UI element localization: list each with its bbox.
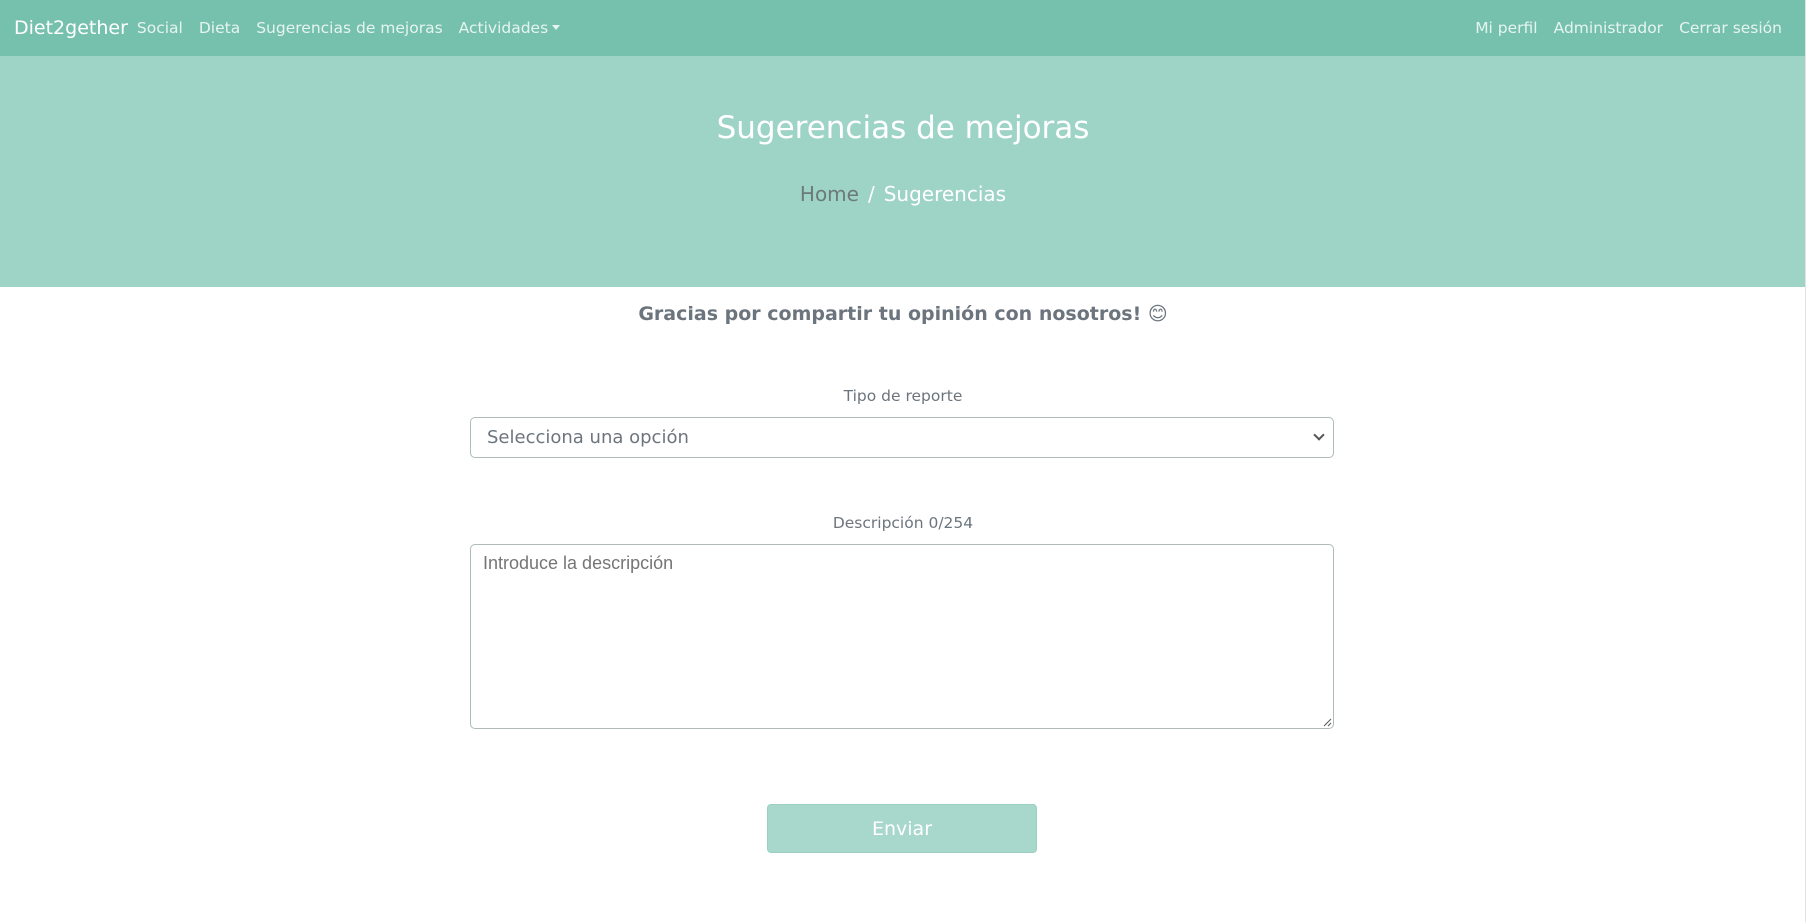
description-textarea[interactable] xyxy=(470,544,1334,729)
caret-down-icon xyxy=(552,25,561,30)
page-title: Sugerencias de mejoras xyxy=(716,110,1090,146)
nav-link-cerrar-sesion[interactable]: Cerrar sesión xyxy=(1679,19,1782,37)
breadcrumb-current: Sugerencias xyxy=(883,182,1007,206)
brand-logo-link[interactable]: Diet2gether xyxy=(14,17,128,39)
chevron-down-icon xyxy=(1313,429,1325,441)
nav-dropdown-actividades[interactable]: Actividades xyxy=(459,19,561,37)
nav-dropdown-actividades-label: Actividades xyxy=(458,19,549,37)
report-type-selected-value: Selecciona una opción xyxy=(487,427,689,448)
nav-link-social[interactable]: Social xyxy=(137,19,183,37)
nav-link-dieta[interactable]: Dieta xyxy=(199,19,240,37)
report-type-label: Tipo de reporte xyxy=(843,387,963,405)
top-navbar: Diet2gether Social Dieta Sugerencias de … xyxy=(0,0,1806,56)
breadcrumb-home-link[interactable]: Home xyxy=(800,182,859,206)
thanks-message: Gracias por compartir tu opinión con nos… xyxy=(638,303,1168,325)
page-header-banner: Sugerencias de mejoras Home / Sugerencia… xyxy=(0,56,1806,287)
nav-link-administrador[interactable]: Administrador xyxy=(1554,19,1663,37)
breadcrumb: Home / Sugerencias xyxy=(0,182,1806,206)
nav-left-group: Diet2gether Social Dieta Sugerencias de … xyxy=(14,17,576,39)
nav-link-mi-perfil[interactable]: Mi perfil xyxy=(1475,19,1537,37)
breadcrumb-separator: / xyxy=(867,182,875,206)
nav-link-sugerencias[interactable]: Sugerencias de mejoras xyxy=(256,19,442,37)
submit-button[interactable]: Enviar xyxy=(767,804,1037,853)
nav-right-group: Mi perfil Administrador Cerrar sesión xyxy=(1459,19,1782,37)
description-label: Descripción 0/254 xyxy=(832,514,974,532)
report-type-select[interactable]: Selecciona una opción xyxy=(470,417,1334,458)
